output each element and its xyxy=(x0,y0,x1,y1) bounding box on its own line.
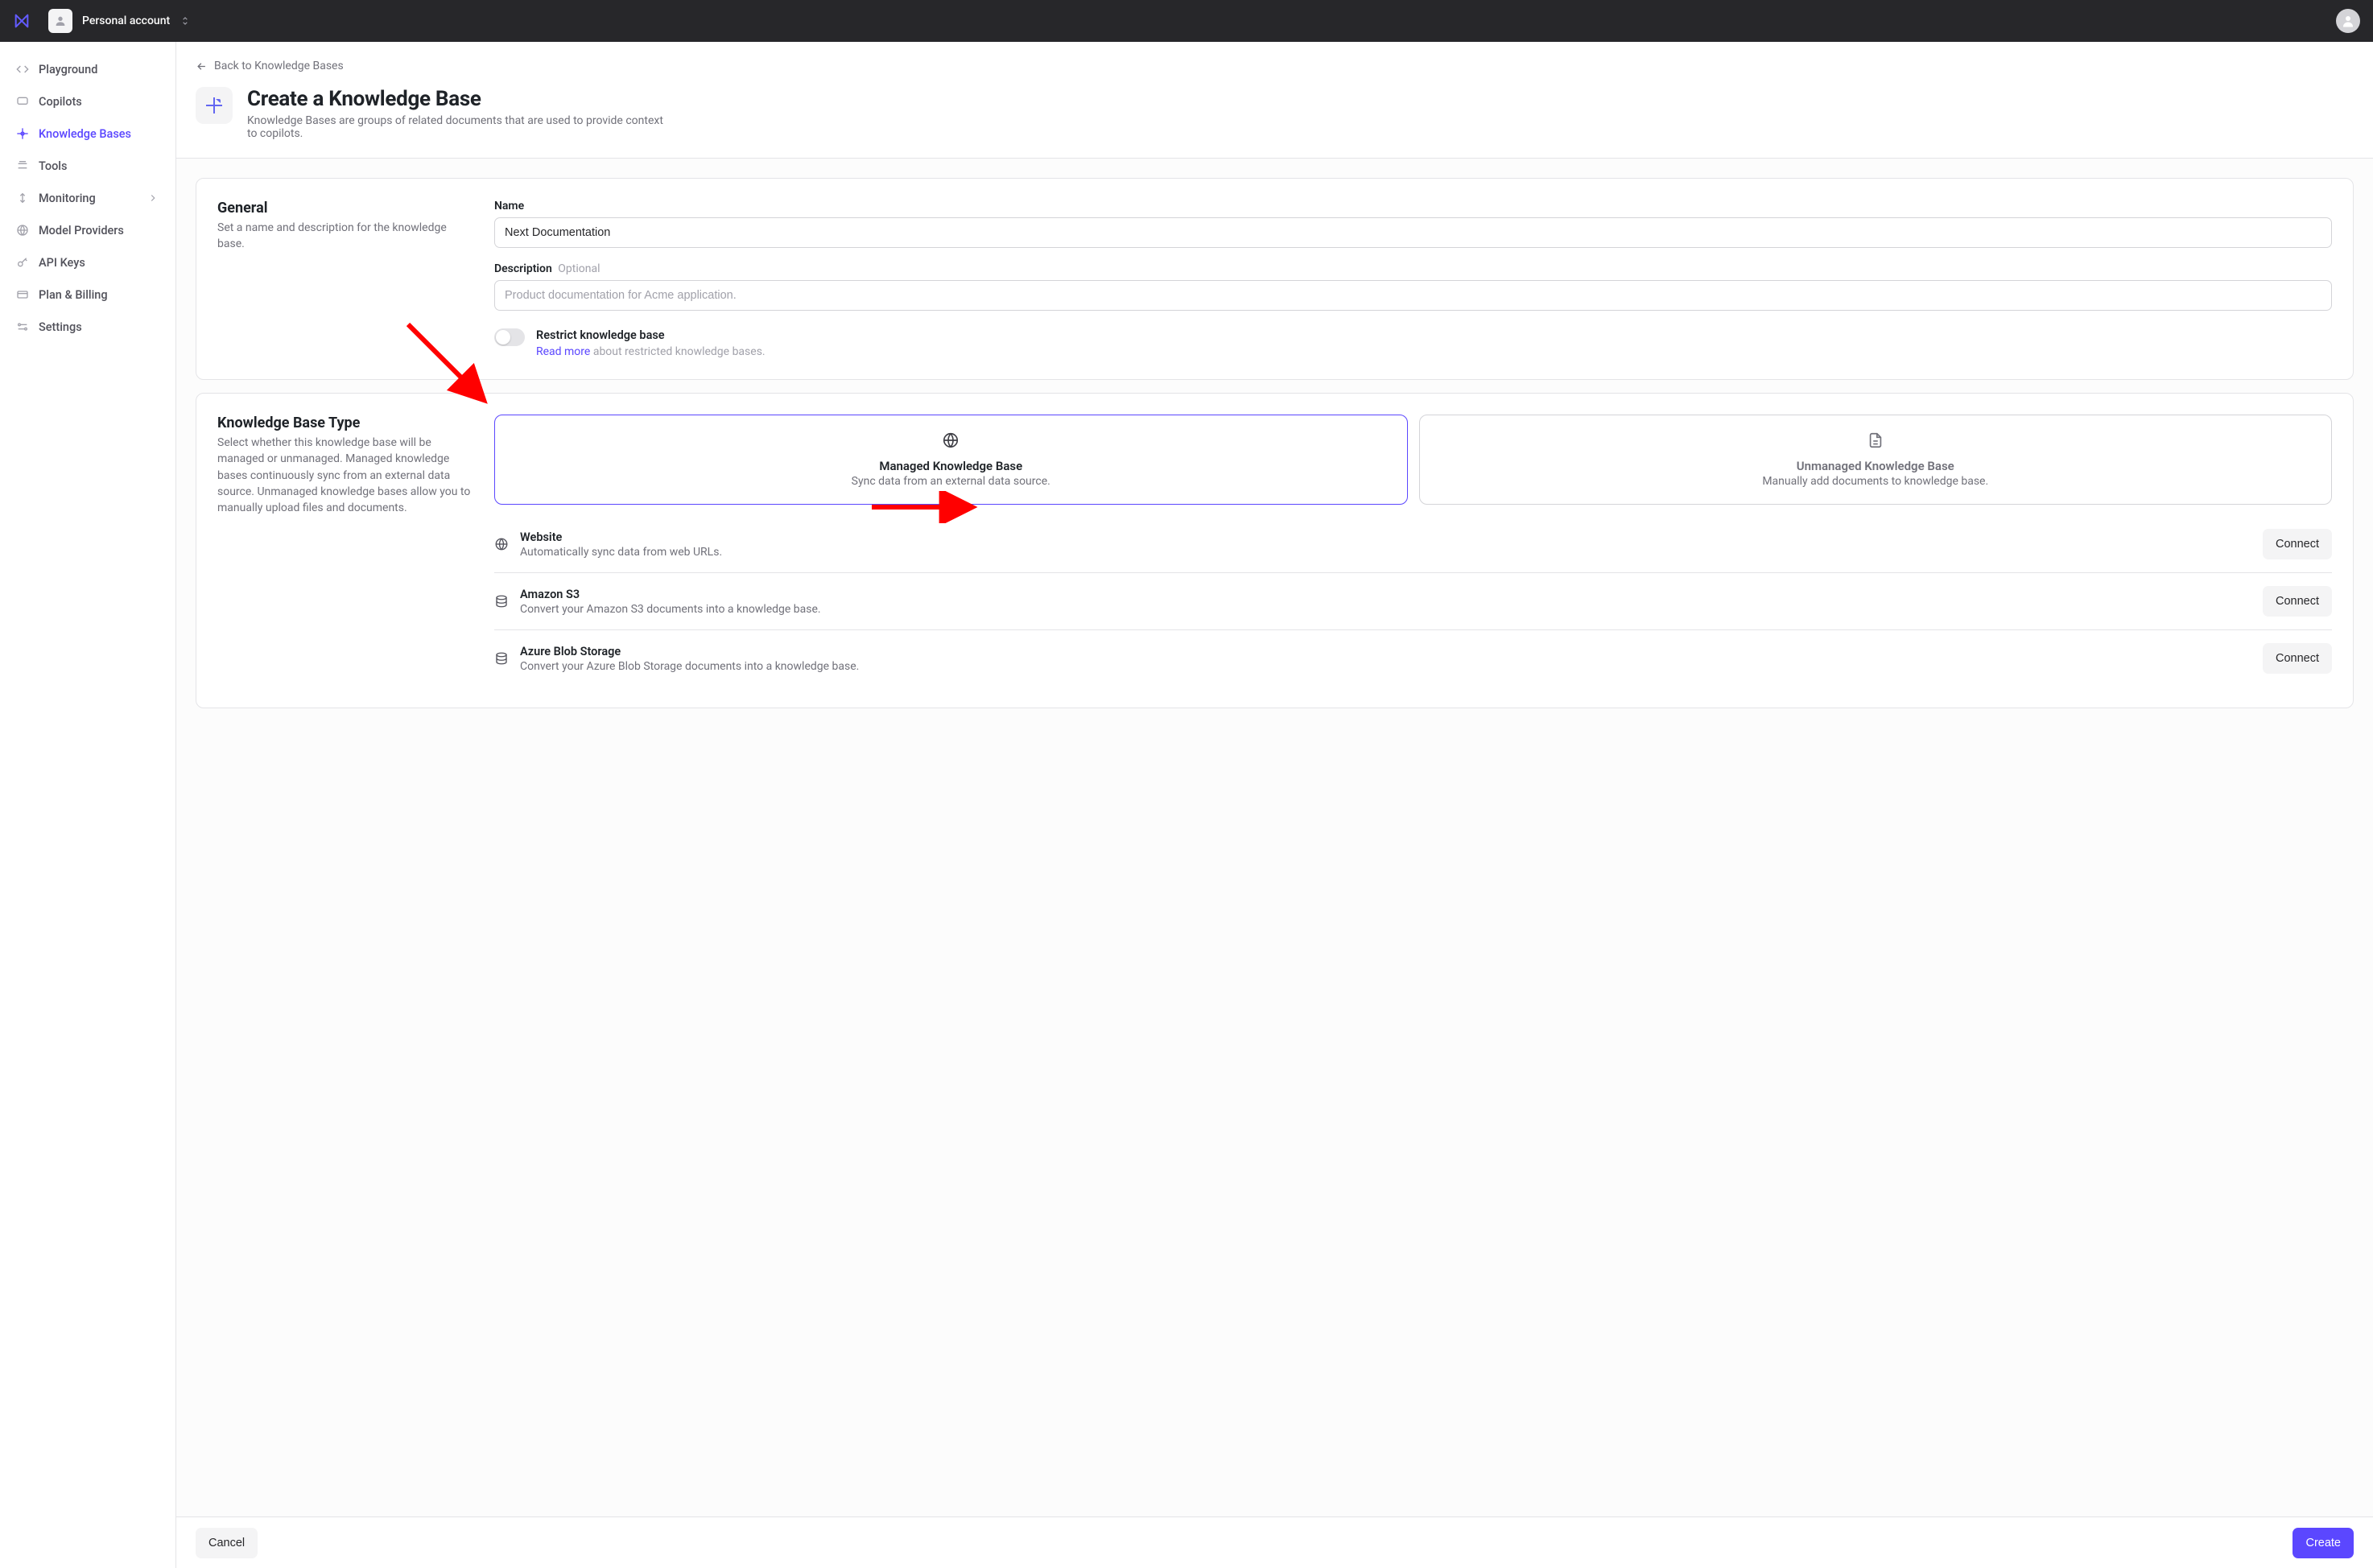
sidebar-item-label: Settings xyxy=(39,320,82,334)
managed-kb-option[interactable]: Managed Knowledge Base Sync data from an… xyxy=(494,415,1408,505)
general-card: General Set a name and description for t… xyxy=(196,178,2354,380)
source-desc: Automatically sync data from web URLs. xyxy=(520,546,2251,559)
page-header: Back to Knowledge Bases Create a Knowled… xyxy=(176,42,2373,159)
kb-type-card: Knowledge Base Type Select whether this … xyxy=(196,393,2354,708)
sidebar-item-tools[interactable]: Tools xyxy=(8,150,167,182)
monitoring-icon xyxy=(16,192,29,204)
sidebar-item-copilots[interactable]: Copilots xyxy=(8,85,167,118)
option-desc: Sync data from an external data source. xyxy=(510,475,1393,488)
storage-icon xyxy=(494,594,509,609)
page-title: Create a Knowledge Base xyxy=(247,87,666,111)
page-subtitle: Knowledge Bases are groups of related do… xyxy=(247,114,666,140)
option-title: Unmanaged Knowledge Base xyxy=(1434,459,2317,473)
restrict-toggle[interactable] xyxy=(494,328,525,346)
back-link[interactable]: Back to Knowledge Bases xyxy=(196,60,344,72)
sidebar-item-label: Plan & Billing xyxy=(39,288,108,302)
source-desc: Convert your Amazon S3 documents into a … xyxy=(520,603,2251,616)
knowledge-base-icon xyxy=(196,87,233,124)
billing-icon xyxy=(16,288,29,301)
sidebar-item-model-providers[interactable]: Model Providers xyxy=(8,214,167,246)
storage-icon xyxy=(494,651,509,666)
sidebar: Playground Copilots Knowledge Bases Tool… xyxy=(0,42,175,1568)
source-title: Amazon S3 xyxy=(520,588,2251,601)
source-row-s3: Amazon S3 Convert your Amazon S3 documen… xyxy=(494,572,2332,629)
connect-button[interactable]: Connect xyxy=(2263,586,2332,617)
main: Back to Knowledge Bases Create a Knowled… xyxy=(175,42,2373,1568)
sidebar-item-api-keys[interactable]: API Keys xyxy=(8,246,167,279)
sidebar-item-label: Knowledge Bases xyxy=(39,127,131,141)
chat-icon xyxy=(16,95,29,108)
name-input[interactable] xyxy=(494,217,2332,248)
user-avatar[interactable] xyxy=(2336,9,2360,33)
globe-icon xyxy=(494,537,509,551)
source-row-website: Website Automatically sync data from web… xyxy=(494,516,2332,572)
sidebar-item-label: Playground xyxy=(39,63,97,76)
content: General Set a name and description for t… xyxy=(176,159,2373,1516)
back-label: Back to Knowledge Bases xyxy=(214,60,344,72)
connect-button[interactable]: Connect xyxy=(2263,529,2332,559)
footer: Cancel Create xyxy=(176,1516,2373,1568)
sidebar-item-label: Model Providers xyxy=(39,224,124,237)
name-label: Name xyxy=(494,200,2332,213)
cancel-button[interactable]: Cancel xyxy=(196,1528,258,1558)
chevron-right-icon xyxy=(147,192,159,204)
restrict-title: Restrict knowledge base xyxy=(536,328,766,342)
source-row-azure: Azure Blob Storage Convert your Azure Bl… xyxy=(494,629,2332,687)
sidebar-item-label: Tools xyxy=(39,159,67,173)
file-icon xyxy=(1434,431,2317,449)
section-desc: Select whether this knowledge base will … xyxy=(217,435,475,516)
settings-icon xyxy=(16,320,29,333)
read-more-link[interactable]: Read more xyxy=(536,345,590,358)
sidebar-item-monitoring[interactable]: Monitoring xyxy=(8,182,167,214)
sidebar-item-playground[interactable]: Playground xyxy=(8,53,167,85)
providers-icon xyxy=(16,224,29,237)
sidebar-item-label: API Keys xyxy=(39,256,85,270)
arrow-left-icon xyxy=(196,60,208,72)
sidebar-item-billing[interactable]: Plan & Billing xyxy=(8,279,167,311)
description-label: Description Optional xyxy=(494,262,2332,275)
option-desc: Manually add documents to knowledge base… xyxy=(1434,475,2317,488)
source-title: Azure Blob Storage xyxy=(520,645,2251,658)
account-label: Personal account xyxy=(82,14,170,27)
source-list: Website Automatically sync data from web… xyxy=(494,516,2332,687)
unmanaged-kb-option[interactable]: Unmanaged Knowledge Base Manually add do… xyxy=(1419,415,2333,505)
key-icon xyxy=(16,256,29,269)
section-heading: General xyxy=(217,200,475,217)
globe-icon xyxy=(510,431,1393,449)
topbar: Personal account xyxy=(0,0,2373,42)
source-desc: Convert your Azure Blob Storage document… xyxy=(520,660,2251,673)
section-heading: Knowledge Base Type xyxy=(217,415,475,431)
create-button[interactable]: Create xyxy=(2293,1528,2354,1558)
sidebar-item-settings[interactable]: Settings xyxy=(8,311,167,343)
sidebar-item-label: Monitoring xyxy=(39,192,96,205)
account-avatar-icon xyxy=(48,9,72,33)
account-switcher[interactable]: Personal account xyxy=(42,6,197,36)
section-desc: Set a name and description for the knowl… xyxy=(217,220,475,253)
chevron-up-down-icon xyxy=(180,15,191,27)
option-title: Managed Knowledge Base xyxy=(510,459,1393,473)
connect-button[interactable]: Connect xyxy=(2263,643,2332,674)
sidebar-item-knowledge-bases[interactable]: Knowledge Bases xyxy=(8,118,167,150)
knowledge-base-icon xyxy=(16,127,29,140)
tools-icon xyxy=(16,159,29,172)
source-title: Website xyxy=(520,530,2251,544)
app-logo-icon xyxy=(13,12,31,30)
code-icon xyxy=(16,63,29,76)
sidebar-item-label: Copilots xyxy=(39,95,82,109)
restrict-about: about restricted knowledge bases. xyxy=(593,345,766,358)
optional-badge: Optional xyxy=(558,262,600,275)
description-input[interactable] xyxy=(494,280,2332,311)
